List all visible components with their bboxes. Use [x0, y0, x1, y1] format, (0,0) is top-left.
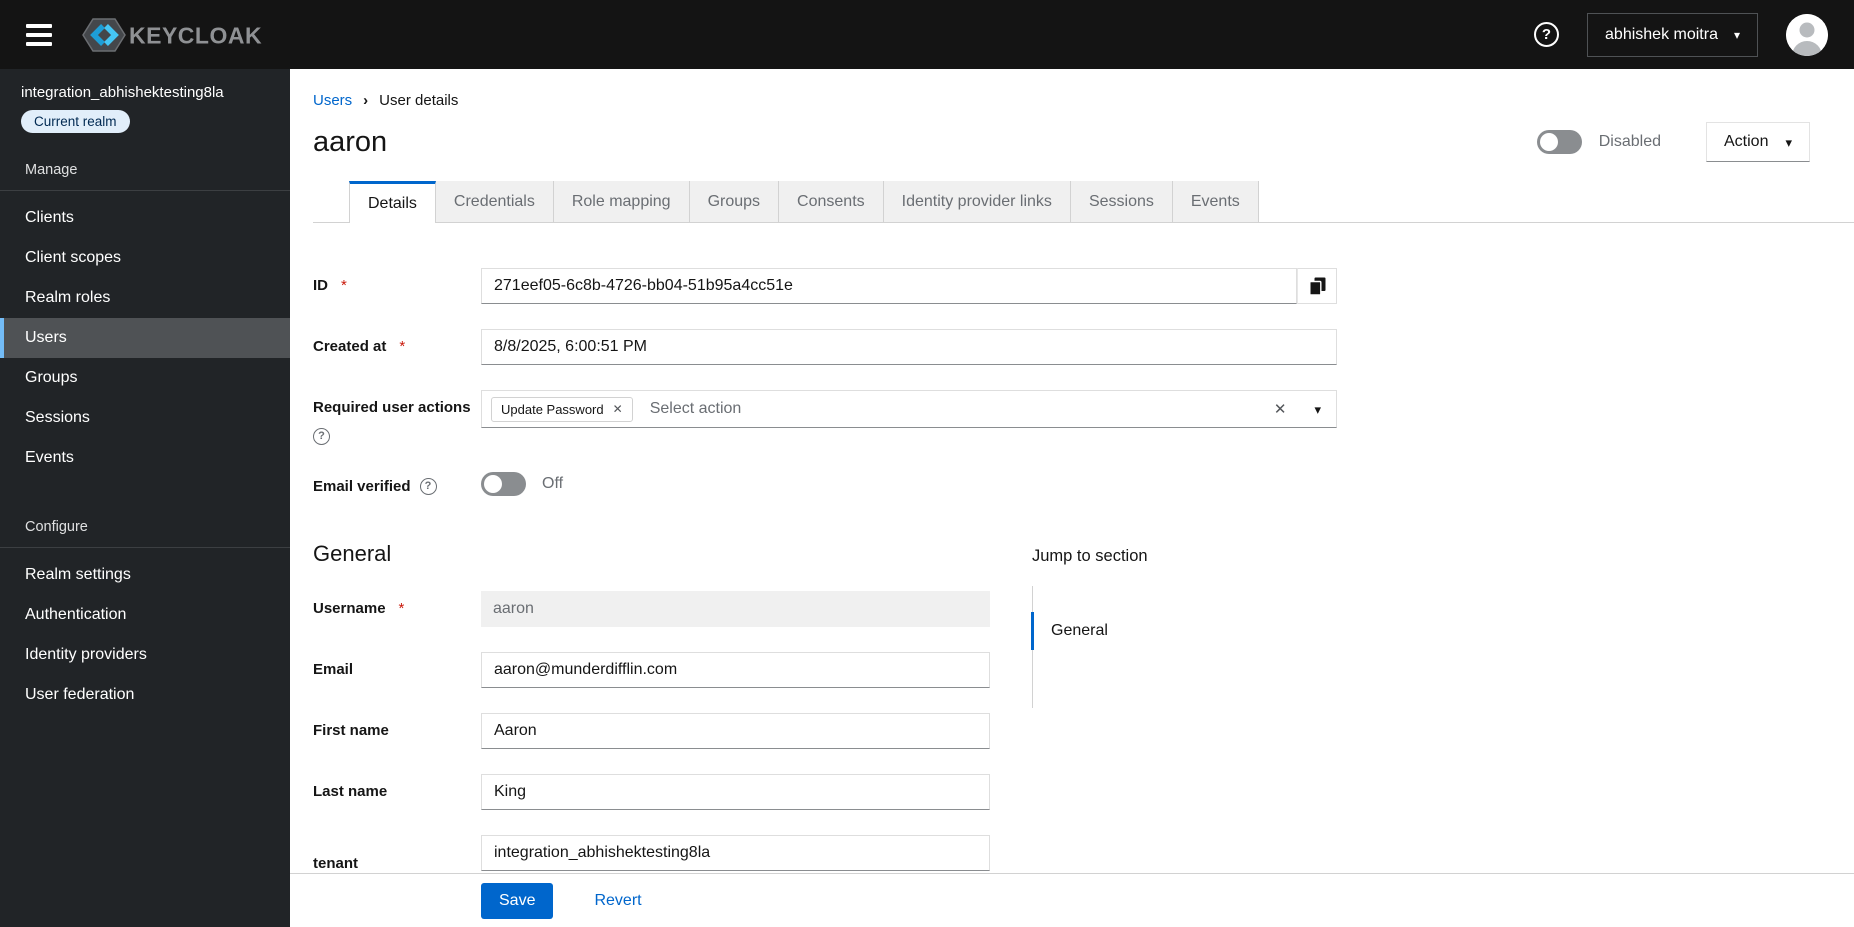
nav-section-configure: Configure Realm settings Authentication …	[0, 508, 290, 715]
current-realm-badge: Current realm	[21, 110, 130, 133]
user-tabs: Details Credentials Role mapping Groups …	[290, 181, 1854, 223]
chip-label: Update Password	[501, 401, 604, 417]
chevron-down-icon: ▾	[1733, 27, 1740, 42]
main-content: Users › User details aaron Disabled Acti…	[290, 69, 1854, 927]
action-dropdown-label: Action	[1724, 133, 1769, 150]
email-verified-toggle[interactable]	[481, 472, 526, 496]
chip-remove-icon[interactable]: ✕	[613, 403, 623, 415]
sidebar-item-users[interactable]: Users	[0, 318, 290, 358]
required-user-actions-select[interactable]: Update Password ✕ Select action ✕ ▾	[481, 390, 1337, 428]
tab-identity-provider-links[interactable]: Identity provider links	[883, 181, 1071, 223]
tab-credentials[interactable]: Credentials	[435, 181, 554, 223]
breadcrumb: Users › User details	[290, 69, 1854, 109]
sidebar-item-user-federation[interactable]: User federation	[0, 675, 290, 715]
email-verified-state: Off	[542, 475, 564, 492]
last-name-input[interactable]	[481, 774, 990, 810]
chevron-down-icon[interactable]: ▾	[1314, 403, 1321, 416]
help-icon[interactable]: ?	[419, 478, 437, 495]
email-verified-label: Email verified	[313, 478, 411, 495]
tab-role-mapping[interactable]: Role mapping	[553, 181, 690, 223]
avatar-person-icon	[1786, 13, 1828, 56]
user-menu-dropdown[interactable]: abhishek moitra ▾	[1587, 12, 1758, 57]
first-name-label: First name	[313, 722, 389, 739]
required-asterisk: *	[398, 600, 405, 617]
id-input[interactable]	[481, 268, 1297, 304]
hamburger-menu-icon[interactable]	[22, 18, 56, 52]
nav-section-title-configure: Configure	[0, 508, 290, 548]
tenant-input[interactable]	[481, 835, 990, 871]
keycloak-logo-icon: KEYCLOAK	[82, 17, 262, 52]
breadcrumb-users-link[interactable]: Users	[313, 92, 352, 109]
created-at-input[interactable]	[481, 329, 1337, 365]
tab-groups[interactable]: Groups	[689, 181, 780, 223]
created-at-label: Created at	[313, 338, 387, 355]
jump-item-general[interactable]: General	[1031, 612, 1252, 650]
revert-button[interactable]: Revert	[594, 892, 641, 910]
page-title: aaron	[313, 126, 388, 158]
email-label: Email	[313, 661, 354, 678]
sidebar-item-groups[interactable]: Groups	[0, 358, 290, 398]
sidebar-item-events[interactable]: Events	[0, 438, 290, 478]
jump-to-section-panel: Jump to section General	[1031, 547, 1252, 708]
tenant-label: tenant	[313, 855, 358, 872]
update-password-chip: Update Password ✕	[491, 396, 633, 422]
user-name: abhishek moitra	[1605, 25, 1718, 43]
nav-section-title-manage: Manage	[0, 151, 290, 191]
keycloak-logo[interactable]: KEYCLOAK	[82, 17, 262, 52]
sidebar-item-clients[interactable]: Clients	[0, 198, 290, 238]
help-icon[interactable]: ?	[313, 428, 330, 445]
sidebar: integration_abhishektesting8la Current r…	[0, 69, 290, 927]
help-icon[interactable]: ?	[1534, 22, 1560, 47]
sidebar-item-realm-roles[interactable]: Realm roles	[0, 278, 290, 318]
chevron-down-icon: ▾	[1785, 134, 1792, 150]
select-action-placeholder: Select action	[649, 400, 742, 417]
last-name-label: Last name	[313, 783, 388, 800]
action-dropdown[interactable]: Action ▾	[1706, 122, 1810, 162]
id-label: ID	[313, 277, 328, 294]
copy-button[interactable]	[1297, 268, 1337, 304]
save-button[interactable]: Save	[481, 882, 554, 919]
tab-sessions[interactable]: Sessions	[1070, 181, 1173, 223]
required-user-actions-label: Required user actions	[313, 399, 471, 416]
form-actions-footer: Save Revert	[290, 873, 1854, 927]
enabled-toggle[interactable]	[1536, 130, 1582, 154]
required-asterisk: *	[399, 338, 406, 355]
sidebar-item-identity-providers[interactable]: Identity providers	[0, 635, 290, 675]
username-label: Username	[313, 600, 386, 617]
masthead: KEYCLOAK ? abhishek moitra ▾	[0, 0, 1854, 69]
required-asterisk: *	[341, 277, 347, 294]
sidebar-item-sessions[interactable]: Sessions	[0, 398, 290, 438]
tab-consents[interactable]: Consents	[779, 181, 884, 223]
email-input[interactable]	[481, 652, 990, 688]
breadcrumb-chevron-icon: ›	[363, 92, 369, 109]
realm-name: integration_abhishektesting8la	[21, 84, 224, 101]
avatar[interactable]	[1786, 13, 1828, 56]
sidebar-item-authentication[interactable]: Authentication	[0, 595, 290, 635]
enabled-toggle-label: Disabled	[1598, 133, 1661, 150]
tab-details[interactable]: Details	[349, 181, 436, 223]
nav-section-manage: Manage Clients Client scopes Realm roles…	[0, 151, 290, 478]
sidebar-item-realm-settings[interactable]: Realm settings	[0, 555, 290, 595]
clear-selection-icon[interactable]: ✕	[1274, 402, 1287, 417]
tab-events[interactable]: Events	[1172, 181, 1259, 223]
breadcrumb-current: User details	[379, 92, 459, 109]
copy-icon	[1308, 277, 1325, 296]
username-input	[481, 591, 990, 627]
brand-text: KEYCLOAK	[129, 22, 262, 48]
first-name-input[interactable]	[481, 713, 990, 749]
sidebar-item-client-scopes[interactable]: Client scopes	[0, 238, 290, 278]
jump-to-section-title: Jump to section	[1032, 547, 1148, 565]
